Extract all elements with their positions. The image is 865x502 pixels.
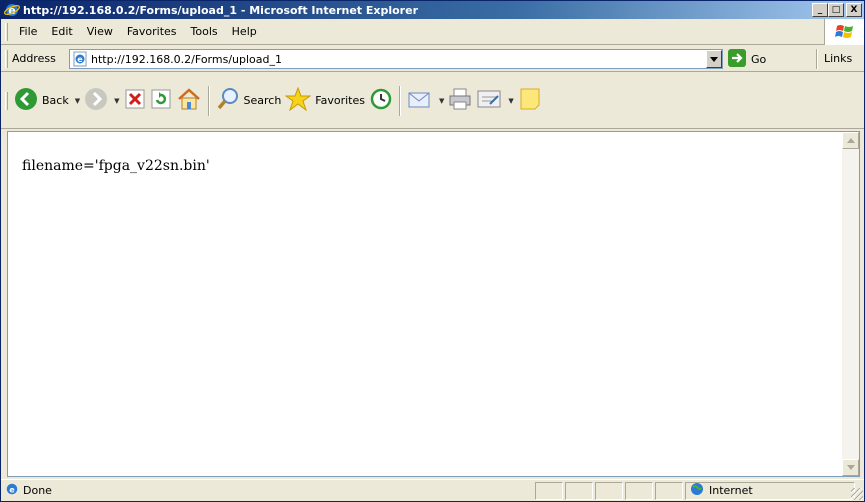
search-button[interactable]: Search: [214, 81, 284, 121]
back-arrow-icon: [14, 87, 38, 114]
minimize-button[interactable]: _: [812, 3, 828, 17]
edit-page-icon: [476, 88, 502, 113]
chevron-down-icon: [846, 465, 855, 470]
mail-button[interactable]: ▼: [405, 81, 446, 121]
forward-button[interactable]: ▼: [82, 81, 121, 121]
print-button[interactable]: [446, 81, 474, 121]
svg-text:e: e: [77, 55, 83, 64]
status-cell: [595, 481, 623, 500]
star-icon: [284, 86, 312, 114]
toolbar-grip[interactable]: [5, 22, 8, 41]
favorites-button[interactable]: Favorites: [283, 81, 367, 121]
menu-edit[interactable]: Edit: [44, 25, 79, 38]
menu-file[interactable]: File: [12, 25, 44, 38]
page-icon: e: [72, 51, 88, 67]
status-cell: [625, 481, 653, 500]
page-content[interactable]: filename='fpga_v22sn.bin': [7, 131, 860, 477]
address-dropdown-button[interactable]: [706, 50, 722, 68]
go-arrow-icon: [728, 48, 746, 70]
window-controls: _ □ X: [812, 3, 862, 17]
links-separator: [816, 49, 818, 69]
zone-label: Internet: [709, 484, 753, 497]
browser-window: e http://192.168.0.2/Forms/upload_1 - Mi…: [0, 0, 865, 502]
resize-grip[interactable]: [851, 488, 863, 500]
address-bar: Address e Go Link: [1, 46, 864, 72]
back-label: Back: [42, 94, 69, 107]
page-done-icon: e: [5, 482, 19, 499]
security-zone[interactable]: Internet: [685, 481, 855, 500]
messenger-button[interactable]: [516, 81, 544, 121]
forward-dropdown-icon[interactable]: ▼: [114, 97, 119, 105]
printer-icon: [448, 87, 472, 114]
menu-tools[interactable]: Tools: [184, 25, 225, 38]
status-cell: [655, 481, 683, 500]
forward-arrow-icon: [84, 87, 108, 114]
edit-dropdown-icon[interactable]: ▼: [508, 97, 513, 105]
refresh-icon: [150, 88, 172, 113]
svg-text:e: e: [9, 486, 14, 495]
window-title: http://192.168.0.2/Forms/upload_1 - Micr…: [23, 3, 418, 17]
history-button[interactable]: [367, 81, 395, 121]
ie-logo-icon: e: [3, 2, 21, 18]
maximize-button[interactable]: □: [828, 3, 844, 17]
search-label: Search: [243, 94, 282, 107]
globe-icon: [690, 482, 704, 499]
close-button[interactable]: X: [846, 3, 862, 17]
edit-button[interactable]: ▼: [474, 81, 515, 121]
status-cell: [565, 481, 593, 500]
status-left: e Done: [1, 482, 533, 499]
toolbar-separator-2: [399, 85, 401, 116]
standard-toolbar: Back ▼ ▼ Search Favorites ▼ ▼: [1, 73, 864, 129]
history-icon: [369, 87, 393, 114]
note-icon: [518, 87, 542, 114]
menu-help[interactable]: Help: [225, 25, 264, 38]
address-label: Address: [12, 52, 56, 65]
back-dropdown-icon[interactable]: ▼: [75, 97, 80, 105]
status-cell: [535, 481, 563, 500]
favorites-label: Favorites: [315, 94, 365, 107]
links-button[interactable]: Links: [824, 52, 852, 65]
stop-icon: [124, 88, 146, 113]
address-grip[interactable]: [5, 49, 8, 68]
status-bar: e Done Internet: [1, 479, 864, 501]
address-input[interactable]: [91, 52, 691, 66]
windows-logo-icon: [824, 19, 864, 45]
scroll-down-button[interactable]: [842, 459, 859, 476]
menu-bar: File Edit View Favorites Tools Help: [1, 19, 864, 45]
refresh-button[interactable]: [148, 81, 174, 121]
mail-dropdown-icon[interactable]: ▼: [439, 97, 444, 105]
back-button[interactable]: Back ▼: [12, 81, 82, 121]
menu-favorites[interactable]: Favorites: [120, 25, 184, 38]
go-button[interactable]: Go: [728, 48, 767, 70]
chevron-up-icon: [846, 138, 855, 143]
go-label: Go: [751, 52, 767, 66]
home-icon: [176, 87, 202, 114]
search-icon: [216, 87, 240, 114]
status-text: Done: [23, 484, 52, 497]
chevron-down-icon: [710, 56, 718, 62]
response-text: filename='fpga_v22sn.bin': [22, 158, 210, 174]
mail-icon: [407, 88, 433, 113]
menu-view[interactable]: View: [80, 25, 120, 38]
stop-button[interactable]: [122, 81, 148, 121]
title-bar[interactable]: e http://192.168.0.2/Forms/upload_1 - Mi…: [1, 1, 864, 19]
toolbar-grip-2[interactable]: [5, 91, 8, 110]
scroll-up-button[interactable]: [842, 132, 859, 149]
home-button[interactable]: [174, 81, 204, 121]
toolbar-separator: [207, 85, 210, 116]
address-field[interactable]: e: [69, 49, 723, 69]
vertical-scrollbar[interactable]: [842, 132, 859, 476]
